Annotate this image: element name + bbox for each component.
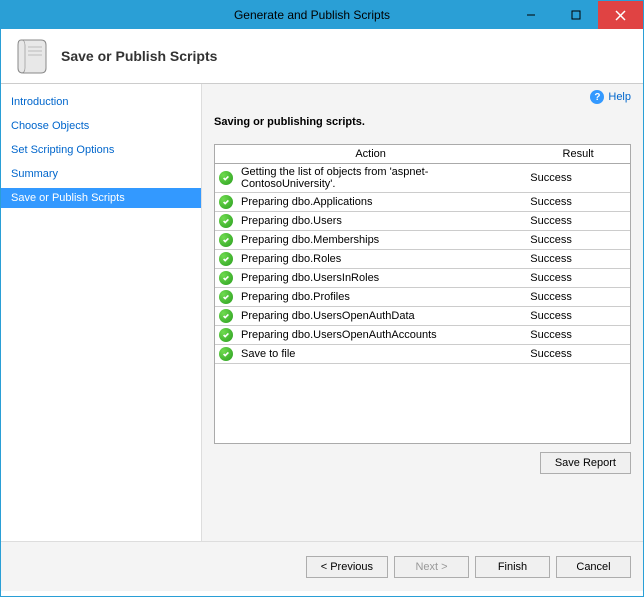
result-cell: Success [526,288,630,307]
success-icon [219,233,233,247]
result-cell: Success [526,345,630,364]
page-title: Save or Publish Scripts [61,48,217,64]
status-text: Saving or publishing scripts. [214,116,631,128]
result-cell: Success [526,164,630,193]
table-row: Preparing dbo.UsersSuccess [215,212,630,231]
result-cell: Success [526,326,630,345]
window-controls [508,1,643,29]
result-cell: Success [526,231,630,250]
success-icon [219,195,233,209]
success-icon [219,214,233,228]
success-icon [219,271,233,285]
sidebar-item-summary[interactable]: Summary [1,164,201,184]
window-title: Generate and Publish Scripts [1,8,508,22]
footer: < Previous Next > Finish Cancel [1,541,643,591]
results-table: Action Result Getting the list of object… [215,145,630,364]
col-result: Result [526,145,630,164]
action-cell: Preparing dbo.Roles [237,250,526,269]
result-cell: Success [526,212,630,231]
save-report-button[interactable]: Save Report [540,452,631,474]
minimize-button[interactable] [508,1,553,29]
titlebar: Generate and Publish Scripts [1,1,643,29]
success-icon [219,290,233,304]
sidebar-item-save-publish[interactable]: Save or Publish Scripts [1,188,201,208]
script-icon [15,36,49,76]
success-icon [219,328,233,342]
next-button: Next > [394,556,469,578]
help-icon: ? [590,90,604,104]
action-cell: Preparing dbo.UsersOpenAuthAccounts [237,326,526,345]
success-icon [219,171,233,185]
main-panel: ? Help Saving or publishing scripts. Act… [201,84,643,541]
action-cell: Preparing dbo.Memberships [237,231,526,250]
action-cell: Preparing dbo.Applications [237,193,526,212]
sidebar-item-choose-objects[interactable]: Choose Objects [1,116,201,136]
table-row: Preparing dbo.UsersInRolesSuccess [215,269,630,288]
help-link[interactable]: ? Help [590,90,631,104]
results-table-wrap: Action Result Getting the list of object… [214,144,631,444]
sidebar: Introduction Choose Objects Set Scriptin… [1,84,201,541]
content: Introduction Choose Objects Set Scriptin… [1,84,643,541]
table-row: Getting the list of objects from 'aspnet… [215,164,630,193]
success-icon [219,309,233,323]
table-row: Save to fileSuccess [215,345,630,364]
result-cell: Success [526,250,630,269]
table-row: Preparing dbo.RolesSuccess [215,250,630,269]
table-row: Preparing dbo.UsersOpenAuthDataSuccess [215,307,630,326]
action-cell: Preparing dbo.UsersInRoles [237,269,526,288]
table-row: Preparing dbo.UsersOpenAuthAccountsSucce… [215,326,630,345]
table-row: Preparing dbo.MembershipsSuccess [215,231,630,250]
success-icon [219,252,233,266]
result-cell: Success [526,193,630,212]
close-button[interactable] [598,1,643,29]
action-cell: Preparing dbo.UsersOpenAuthData [237,307,526,326]
action-cell: Getting the list of objects from 'aspnet… [237,164,526,193]
table-row: Preparing dbo.ProfilesSuccess [215,288,630,307]
col-action: Action [215,145,526,164]
sidebar-item-scripting-options[interactable]: Set Scripting Options [1,140,201,160]
previous-button[interactable]: < Previous [306,556,388,578]
table-row: Preparing dbo.ApplicationsSuccess [215,193,630,212]
action-cell: Preparing dbo.Profiles [237,288,526,307]
result-cell: Success [526,269,630,288]
help-label: Help [608,91,631,103]
header-panel: Save or Publish Scripts [1,29,643,84]
result-cell: Success [526,307,630,326]
maximize-button[interactable] [553,1,598,29]
finish-button[interactable]: Finish [475,556,550,578]
sidebar-item-introduction[interactable]: Introduction [1,92,201,112]
action-cell: Preparing dbo.Users [237,212,526,231]
success-icon [219,347,233,361]
action-cell: Save to file [237,345,526,364]
cancel-button[interactable]: Cancel [556,556,631,578]
